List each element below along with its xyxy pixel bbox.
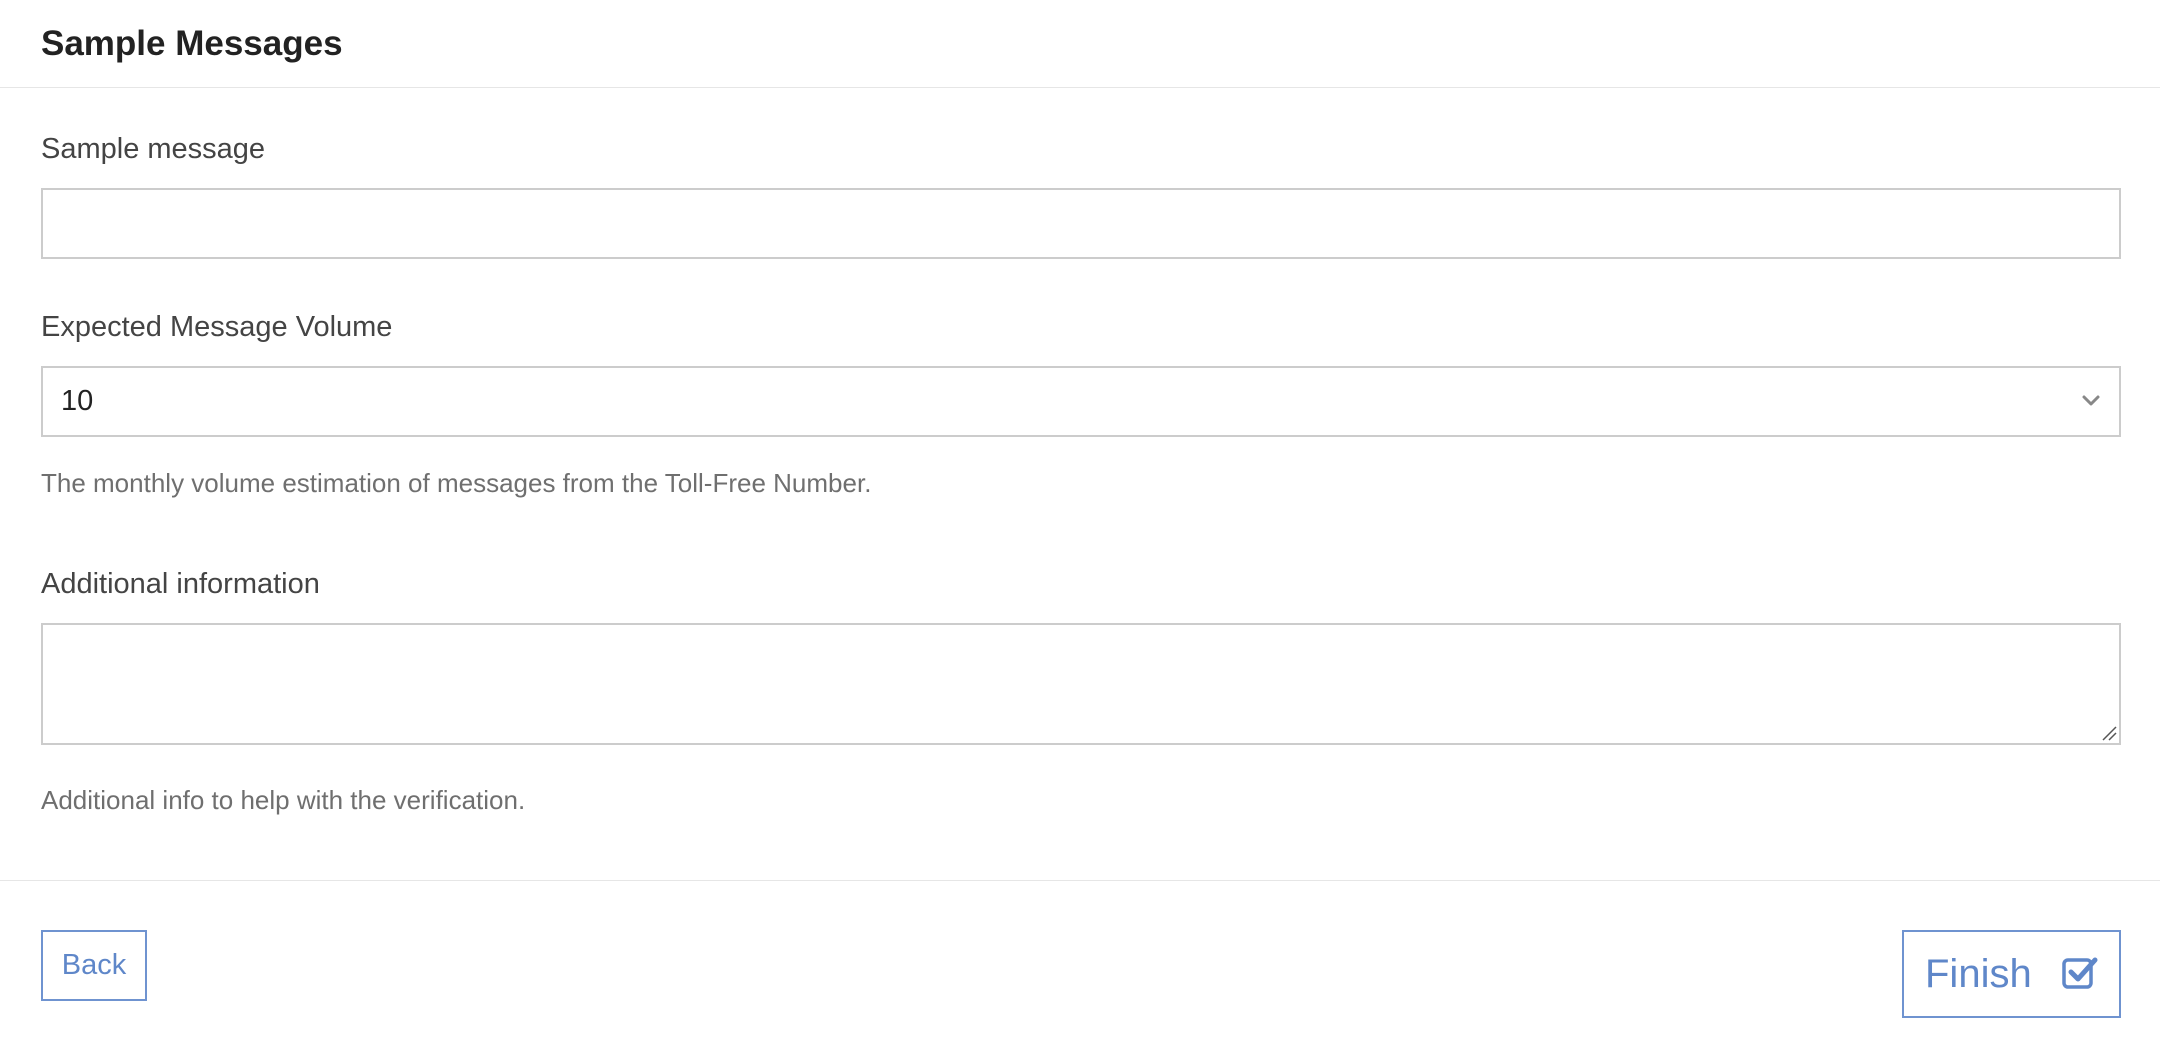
message-volume-label: Expected Message Volume <box>41 311 393 343</box>
message-volume-selected-value[interactable]: 10 <box>41 366 2121 437</box>
additional-info-help: Additional info to help with the verific… <box>41 785 526 815</box>
sample-message-input[interactable] <box>41 188 2121 259</box>
message-volume-select[interactable]: 10 <box>41 366 2121 437</box>
additional-info-label: Additional information <box>41 568 320 600</box>
footer-divider <box>0 880 2160 881</box>
finish-button[interactable]: Finish <box>1902 930 2121 1018</box>
page-header: Sample Messages <box>0 0 2160 88</box>
message-volume-help: The monthly volume estimation of message… <box>41 468 872 498</box>
page-title: Sample Messages <box>41 23 343 63</box>
sample-message-label: Sample message <box>41 133 266 165</box>
additional-info-field <box>41 623 2121 745</box>
sample-messages-page: Sample Messages Sample message Expected … <box>0 0 2160 1044</box>
checkbox-checked-icon <box>2062 957 2098 989</box>
finish-button-label: Finish <box>1925 951 2032 996</box>
resize-handle-icon[interactable] <box>2101 725 2117 741</box>
chevron-down-icon <box>2082 395 2100 406</box>
back-button[interactable]: Back <box>41 930 147 1001</box>
additional-info-textarea[interactable] <box>41 623 2121 745</box>
form-body: Sample message Expected Message Volume 1… <box>0 135 2160 813</box>
